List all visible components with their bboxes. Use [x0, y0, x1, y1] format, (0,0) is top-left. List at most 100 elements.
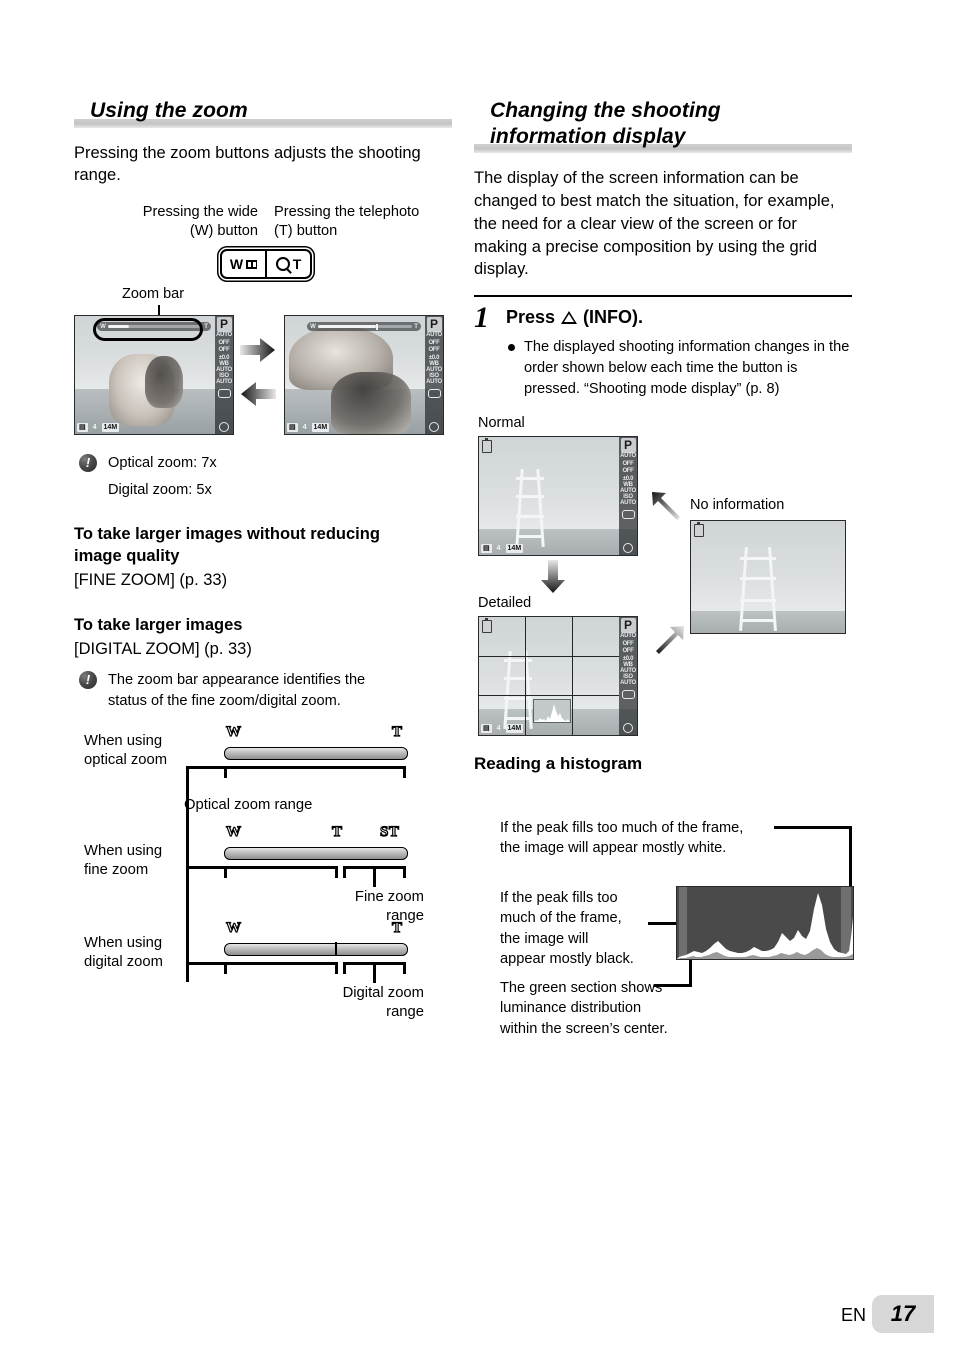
subject-ladder	[737, 547, 779, 632]
optical-bracket-right	[403, 765, 406, 778]
zoom-bar-caption-area: Zoom bar	[74, 285, 452, 326]
left-column: Using the zoom Pressing the zoom buttons…	[74, 98, 452, 1022]
card-icon: ▤	[481, 544, 492, 554]
zoom-example-screens: W T P AUTO OFF OFF ±0.0 WB AUTO ISO AUTO…	[74, 315, 452, 437]
subheading-digital-zoom: To take larger images	[74, 615, 243, 634]
caption-telephoto-button: Pressing the telephoto (T) button	[274, 204, 420, 239]
note-green-section: The green section shows luminance distri…	[500, 980, 668, 1037]
zoom-bar-caption: Zoom bar	[122, 286, 185, 303]
fine-bracket-right	[403, 865, 406, 878]
optical-zoom-bar	[224, 746, 408, 760]
subject-ladder	[513, 469, 547, 548]
macro-indicator: OFF	[218, 339, 230, 346]
iso-indicator: ISO AUTO	[426, 373, 442, 386]
digital-leader-horizontal	[186, 961, 226, 965]
page-footer: EN 17	[0, 1295, 954, 1335]
white-balance-indicator: WB AUTO	[620, 662, 636, 674]
histogram-section: Reading a histogram If the peak fills to…	[474, 754, 854, 1037]
zoombar-fill	[107, 325, 129, 329]
note-zoom-ratios: ! Optical zoom: 7x Digital zoom: 5x	[74, 453, 452, 500]
ladder-rung	[516, 495, 544, 499]
white-balance-indicator: WB AUTO	[426, 361, 442, 373]
histogram-plot	[676, 886, 854, 961]
subject-second-child	[145, 356, 183, 409]
osd-sidebar: P AUTO OFF OFF ±0.0 WB AUTO ISO AUTO	[215, 316, 233, 435]
drive-mode-icon	[621, 689, 635, 699]
flash-indicator: AUTO	[216, 332, 232, 339]
note-optical-zoom: Optical zoom: 7x	[108, 455, 217, 472]
metering-icon	[623, 543, 633, 554]
camera-screen-normal: P AUTO OFF OFF ±0.0 WB AUTO ISO AUTO ▤ 4…	[478, 436, 638, 557]
digital-w-marker: W	[225, 919, 242, 936]
step-divider	[474, 295, 852, 298]
image-size-tag: 14M	[505, 724, 524, 734]
osd-bottom-bar: ▤ 4 14M	[481, 544, 524, 554]
manual-page: Using the zoom Pressing the zoom buttons…	[0, 0, 954, 1357]
card-icon: ▤	[287, 423, 298, 433]
selftimer-indicator: OFF	[428, 347, 440, 354]
battery-icon	[694, 522, 704, 538]
caution-icon: !	[79, 671, 97, 690]
page-number: 17	[872, 1295, 934, 1333]
leader-white-vertical	[849, 826, 852, 889]
zoombar-track	[107, 325, 203, 329]
zoombar-t-label: T	[414, 323, 418, 330]
wide-button-half[interactable]: W	[222, 251, 267, 278]
selftimer-indicator: OFF	[622, 648, 634, 655]
selftimer-indicator: OFF	[218, 347, 230, 354]
zoombar-fill	[317, 325, 377, 329]
optical-leader-horizontal	[186, 765, 226, 769]
zoombar-w-label: W	[100, 323, 106, 330]
drive-mode-icon	[427, 388, 441, 398]
mode-indicator: P	[620, 438, 636, 454]
camera-screen-wide: W T P AUTO OFF OFF ±0.0 WB AUTO ISO AUTO…	[74, 315, 234, 436]
flash-indicator: AUTO	[620, 453, 636, 460]
arrow-left-wide	[240, 381, 276, 407]
metering-icon	[219, 422, 229, 433]
camera-screen-detailed: P AUTO OFF OFF ±0.0 WB AUTO ISO AUTO ▤ 4…	[478, 616, 638, 737]
t-label: T	[292, 256, 302, 273]
card-icon: ▤	[77, 423, 88, 433]
image-size-tag: 14M	[311, 423, 330, 433]
histogram-thumbnail	[533, 699, 571, 724]
osd-bottom-bar: ▤ 4 14M	[287, 423, 330, 433]
mode-indicator: P	[426, 317, 442, 333]
digital-bar-split	[335, 942, 337, 957]
shots-remaining: 4	[496, 545, 501, 553]
section-heading-using-the-zoom: Using the zoom	[74, 98, 452, 128]
grid-line-horizontal	[479, 695, 619, 697]
digital-range-leader	[373, 964, 376, 983]
fine-bracket-mid-right	[343, 865, 346, 878]
iso-indicator: ISO AUTO	[216, 373, 232, 386]
magnifier-icon	[275, 257, 290, 272]
iso-indicator: ISO AUTO	[620, 494, 636, 506]
telephoto-button-half[interactable]: T	[267, 251, 310, 277]
step-1: 1 Press (INFO). The displayed shooting i…	[474, 301, 852, 400]
digital-t-marker: T	[391, 919, 403, 936]
arrow-right-telephoto	[240, 337, 276, 363]
fine-range-leader	[373, 868, 376, 887]
flash-indicator: AUTO	[620, 633, 636, 640]
white-balance-indicator: WB AUTO	[620, 482, 636, 494]
fine-w-marker: W	[225, 823, 242, 840]
shots-remaining: 4	[496, 725, 501, 733]
grid-line-vertical	[525, 617, 527, 736]
osd-sidebar: P AUTO OFF OFF ±0.0 WB AUTO ISO AUTO	[425, 316, 443, 435]
thumbnail-icon	[246, 259, 258, 269]
osd-sidebar: P AUTO OFF OFF ±0.0 WB AUTO ISO AUTO	[619, 617, 637, 736]
optical-w-marker: W	[225, 723, 242, 740]
card-icon: ▤	[481, 724, 492, 734]
drive-mode-icon	[217, 388, 231, 398]
ladder-rung	[504, 659, 532, 663]
fine-leader-horizontal	[186, 865, 226, 869]
w-label: W	[229, 256, 244, 273]
zoom-toggle-button[interactable]: W T	[220, 249, 312, 280]
digital-zoom-bar	[224, 942, 408, 957]
fine-bracket-mid-left	[335, 865, 338, 878]
leader-green-vertical	[689, 958, 692, 988]
ladder-rung	[504, 677, 532, 681]
intro-paragraph: Pressing the zoom buttons adjusts the sh…	[74, 143, 421, 185]
zoom-toggle-graphic-area: W T	[74, 247, 452, 281]
label-fine-zoom-range: Fine zoom range	[354, 888, 424, 924]
label-fine-zoom-row: When using fine zoom	[84, 842, 163, 878]
